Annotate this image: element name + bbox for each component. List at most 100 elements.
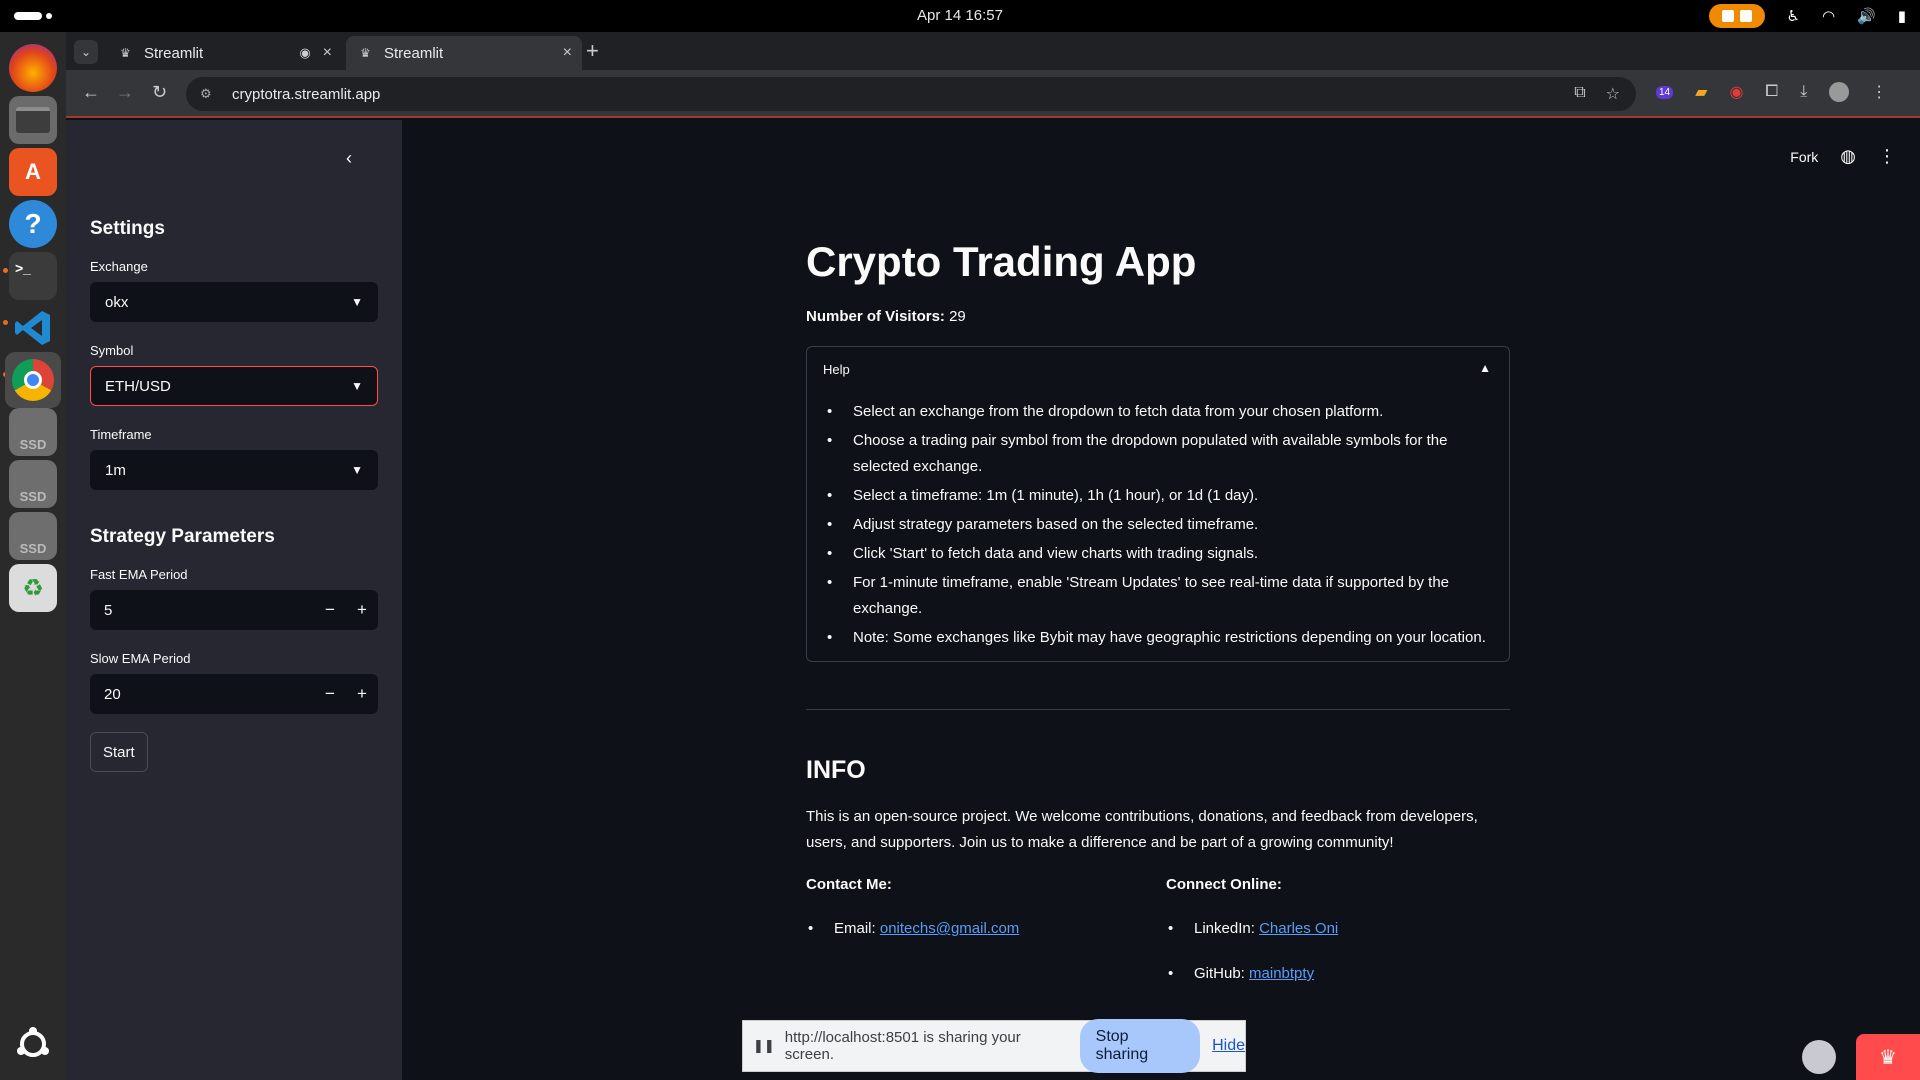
timeframe-value: 1m — [105, 461, 126, 479]
recording-icon: ◉ — [299, 45, 311, 60]
battery-icon[interactable]: ▮ — [1898, 7, 1906, 25]
symbol-label: Symbol — [90, 343, 134, 358]
chrome-icon[interactable] — [5, 352, 61, 408]
ssd-drive-icon[interactable]: SSD — [9, 460, 57, 508]
ssd-label: SSD — [19, 541, 47, 556]
vscode-icon[interactable] — [9, 304, 57, 352]
site-settings-icon[interactable]: ⚙ — [200, 86, 218, 102]
linkedin-item: LinkedIn: Charles Oni — [1168, 920, 1338, 937]
ssd-label: SSD — [19, 437, 47, 452]
exchange-value: okx — [105, 293, 129, 311]
increment-button[interactable]: + — [346, 684, 378, 704]
forward-icon[interactable]: → — [116, 82, 134, 103]
ssd-drive-icon[interactable]: SSD — [9, 512, 57, 560]
ssd-drive-icon[interactable]: SSD — [9, 408, 57, 456]
chevron-down-icon: ▼ — [351, 295, 363, 309]
exchange-select[interactable]: okx ▼ — [90, 282, 378, 322]
browser-tab-2[interactable]: ♛ Streamlit × — [346, 36, 582, 70]
list-item: Choose a trading pair symbol from the dr… — [827, 428, 1493, 480]
symbol-select[interactable]: ETH/USD ▼ — [90, 366, 378, 406]
stop-sharing-button[interactable]: Stop sharing — [1079, 1019, 1201, 1073]
slow-ema-value[interactable]: 20 — [104, 686, 121, 703]
streamlit-favicon-icon: ♛ — [120, 46, 131, 60]
reload-icon[interactable]: ↻ — [152, 82, 167, 103]
downloads-icon[interactable]: ⤓ — [1800, 83, 1807, 101]
email-link[interactable]: onitechs@gmail.com — [880, 920, 1019, 937]
chevron-up-icon[interactable]: ▲ — [1479, 361, 1491, 375]
bookmark-star-icon[interactable]: ☆ — [1606, 84, 1620, 104]
symbol-value: ETH/USD — [105, 377, 171, 395]
files-icon[interactable] — [9, 96, 57, 144]
close-tab-icon[interactable]: × — [323, 44, 332, 62]
github-icon[interactable]: ◍ — [1840, 146, 1856, 167]
github-label: GitHub: — [1194, 965, 1245, 982]
install-app-icon[interactable]: ⧉ — [1574, 84, 1585, 104]
decrement-button[interactable]: − — [314, 684, 346, 704]
system-tray[interactable]: ♿ ◠ 🔊 ▮ — [1708, 4, 1906, 28]
help-expander-label[interactable]: Help — [823, 362, 850, 377]
section-divider — [806, 709, 1510, 710]
increment-button[interactable]: + — [346, 600, 378, 620]
email-item: Email: onitechs@gmail.com — [808, 920, 1019, 937]
help-expander: Help ▲ Select an exchange from the dropd… — [806, 346, 1510, 662]
fork-button[interactable]: Fork — [1790, 149, 1818, 165]
show-apps-icon[interactable] — [9, 1020, 57, 1068]
list-item: Select an exchange from the dropdown to … — [827, 399, 1493, 425]
profile-avatar[interactable] — [1829, 82, 1850, 102]
info-paragraph: This is an open-source project. We welco… — [806, 808, 1478, 851]
github-item: GitHub: mainbtpty — [1168, 965, 1314, 982]
system-top-bar: Apr 14 16:57 ♿ ◠ 🔊 ▮ — [0, 0, 1920, 32]
extensions-puzzle-icon[interactable]: ⧠ — [1765, 83, 1778, 101]
help-list: Select an exchange from the dropdown to … — [827, 399, 1493, 654]
app-center-icon[interactable]: A — [9, 148, 57, 196]
accessibility-icon[interactable]: ♿ — [1787, 7, 1800, 25]
help-icon[interactable]: ? — [9, 200, 57, 248]
tab-title: Streamlit — [384, 44, 444, 62]
terminal-icon[interactable]: >_ — [9, 252, 57, 300]
linkedin-link[interactable]: Charles Oni — [1259, 920, 1338, 937]
pause-icon: ❚❚ — [753, 1038, 775, 1053]
collapse-sidebar-icon[interactable]: ‹ — [346, 148, 352, 169]
wifi-icon[interactable]: ◠ — [1822, 7, 1835, 25]
volume-icon[interactable]: 🔊 — [1857, 7, 1876, 25]
share-message: http://localhost:8501 is sharing your sc… — [784, 1029, 1021, 1063]
slow-ema-input[interactable]: 20 − + — [90, 674, 378, 714]
browser-menu-icon[interactable]: ⋮ — [1871, 82, 1887, 102]
extension-icon[interactable]: ▰ — [1695, 82, 1707, 102]
back-icon[interactable]: ← — [82, 82, 100, 103]
decrement-button[interactable]: − — [314, 600, 346, 620]
github-link[interactable]: mainbtpty — [1249, 965, 1314, 982]
close-tab-icon[interactable]: × — [563, 44, 572, 62]
slow-ema-label: Slow EMA Period — [90, 651, 191, 666]
timeframe-label: Timeframe — [90, 427, 152, 442]
extension-icon[interactable]: ◉ — [1729, 82, 1743, 102]
connect-heading: Connect Online: — [1166, 876, 1282, 893]
fast-ema-input[interactable]: 5 − + — [90, 590, 378, 630]
start-button[interactable]: Start — [90, 732, 148, 772]
email-label: Email: — [834, 920, 876, 937]
list-item: Click 'Start' to fetch data and view cha… — [827, 541, 1493, 567]
chevron-down-icon: ▼ — [351, 463, 363, 477]
activities-button[interactable] — [14, 12, 52, 20]
trash-icon[interactable]: ♻ — [9, 564, 57, 612]
browser-tab-1[interactable]: ♛ Streamlit ◉ × — [106, 36, 342, 70]
extension-badge[interactable]: 14 — [1656, 85, 1674, 99]
fast-ema-label: Fast EMA Period — [90, 567, 188, 582]
user-avatar[interactable] — [1802, 1040, 1836, 1074]
address-bar[interactable]: ⚙ cryptotra.streamlit.app ⧉ ☆ — [186, 77, 1636, 111]
tab-title: Streamlit — [144, 44, 204, 62]
tab-search-button[interactable]: ⌄ — [74, 40, 98, 64]
firefox-icon[interactable] — [9, 44, 57, 92]
screen-share-bar: ❚❚ http://localhost:8501 is sharing your… — [742, 1019, 1246, 1073]
visitors-value: 29 — [949, 308, 966, 325]
clock[interactable]: Apr 14 16:57 — [0, 7, 1920, 24]
timeframe-select[interactable]: 1m ▼ — [90, 450, 378, 490]
hide-button[interactable]: Hide — [1212, 1037, 1245, 1055]
new-tab-button[interactable]: + — [586, 38, 599, 64]
exchange-label: Exchange — [90, 259, 148, 274]
streamlit-sidebar: ‹ Settings Exchange okx ▼ Symbol ETH/USD… — [66, 120, 402, 1080]
screen-recording-indicator[interactable] — [1708, 4, 1765, 28]
streamlit-crown-icon[interactable]: ♛ — [1856, 1034, 1920, 1080]
app-menu-icon[interactable]: ⋮ — [1878, 146, 1896, 167]
fast-ema-value[interactable]: 5 — [104, 602, 112, 619]
